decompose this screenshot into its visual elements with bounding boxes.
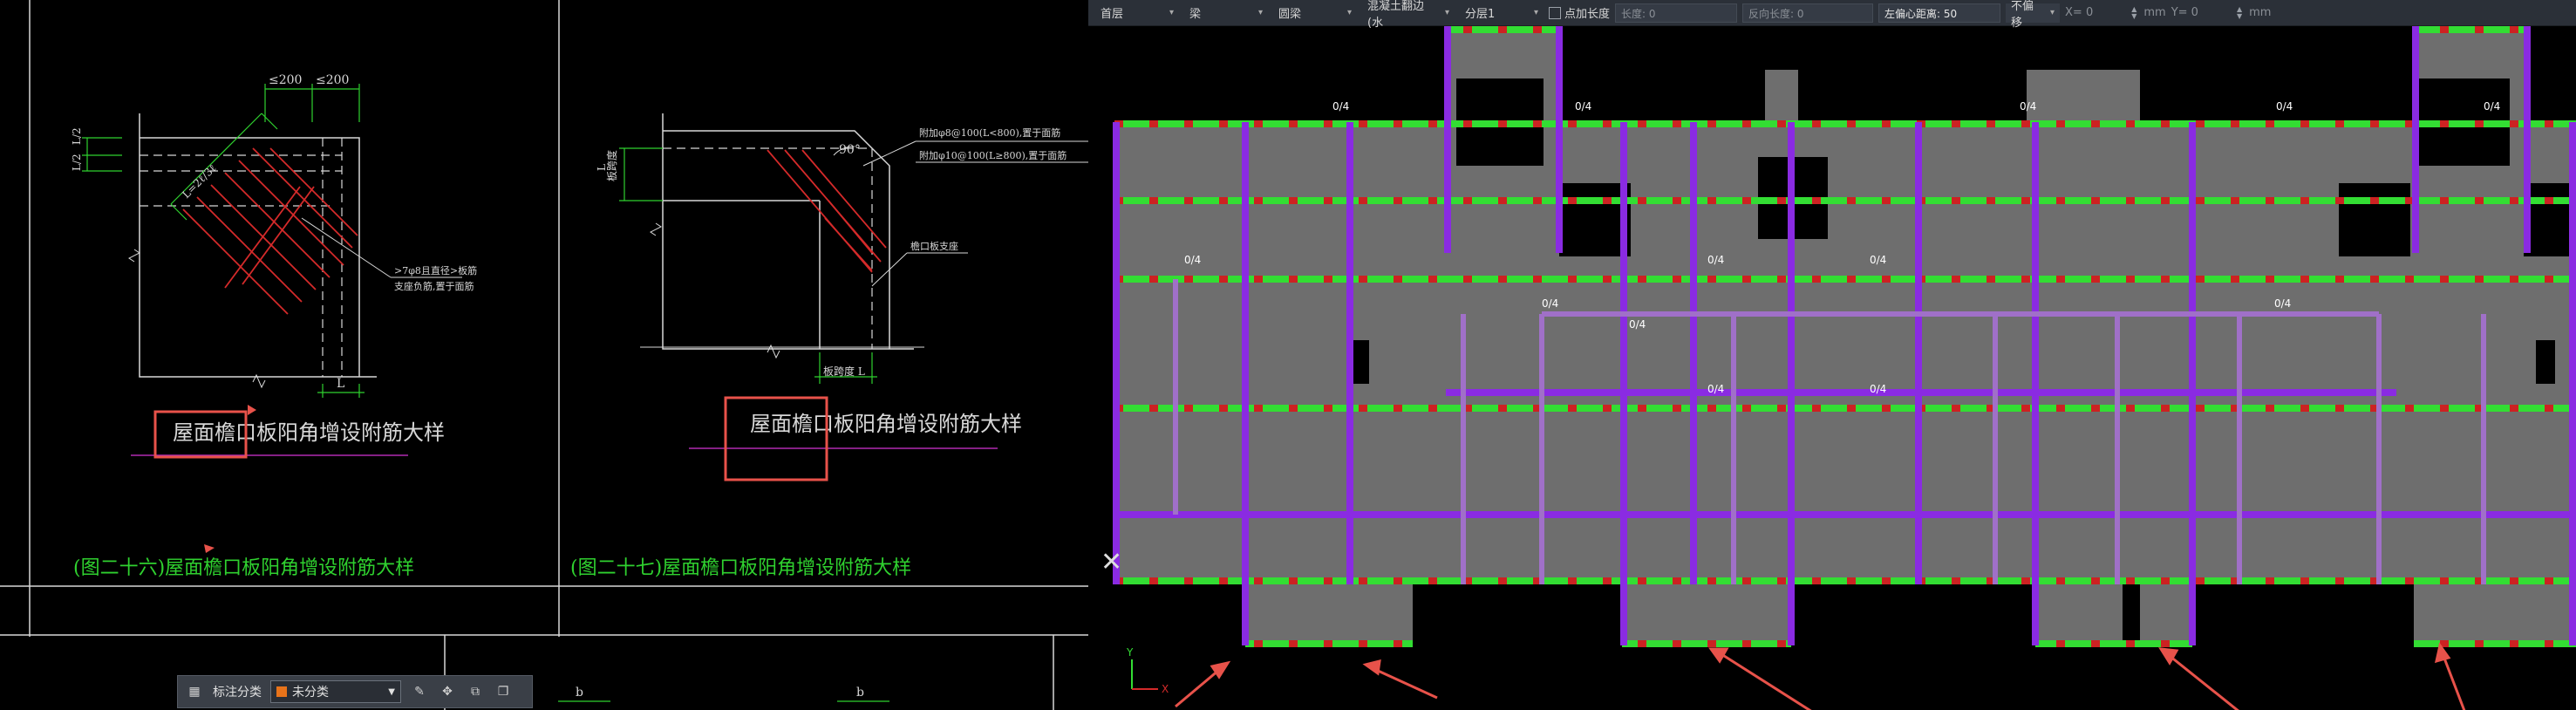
dim-top-1: ≤200 (269, 73, 302, 87)
axis-gizmo: Y X (1126, 646, 1169, 695)
note-3: 檐口板支座 (910, 240, 958, 252)
detail-left: ≤200 ≤200 L/2 L/2 L=2ℓ/3ℓ >7φ8且直径>板筋 支座负… (71, 73, 477, 459)
material-select[interactable]: 混凝土翻边 (水 ▾ (1362, 0, 1455, 30)
model-toolbar: 首层 ▾ 梁 ▾ 圆梁 ▾ 混凝土翻边 (水 ▾ 分层1 ▾ 点加长度 长度: 0 反向长… (1088, 0, 2576, 30)
detail-right: 90° 板跨度 L 板跨度 L 附加φ8@100(L<800),置于面筋 附加φ… (596, 113, 1088, 481)
caption-27: (图二十七)屋面檐口板阳角增设附筋大样 (570, 557, 911, 579)
paste-icon[interactable]: ❐ (494, 682, 513, 701)
beam-label: 0/4 (1575, 100, 1591, 113)
axis-x-label: X (1162, 683, 1169, 695)
cad-drawing-canvas[interactable]: ≤200 ≤200 L/2 L/2 L=2ℓ/3ℓ >7φ8且直径>板筋 支座负… (0, 0, 1088, 710)
x-unit: mm (2143, 6, 2166, 19)
beam-label: 0/4 (2020, 100, 2036, 113)
annotation-label: 标注分类 (213, 686, 262, 700)
beam-label: 0/4 (1707, 383, 1724, 395)
bottom-label-b-1: b (576, 686, 583, 700)
diag-dim: L=2ℓ/3ℓ (180, 162, 219, 201)
material-value: 混凝土翻边 (水 (1367, 0, 1425, 30)
note-line-2: 支座负筋,置于面筋 (394, 280, 474, 292)
beam-label: 0/4 (2276, 100, 2293, 113)
copy-icon[interactable]: ⧉ (466, 682, 485, 701)
x-spinner-icon[interactable]: ▲ ▼ (2131, 5, 2136, 20)
close-icon[interactable]: ✕ (1101, 547, 1122, 577)
dim-left-2: L/2 (71, 154, 83, 171)
no-offset-value: 不偏移 (2011, 0, 2034, 30)
component-select[interactable]: 梁 ▾ (1184, 3, 1268, 23)
type-select[interactable]: 圆梁 ▾ (1273, 3, 1357, 23)
beam-label: 0/4 (1870, 254, 1886, 266)
add-length-checkbox[interactable]: 点加长度 (1549, 4, 1610, 21)
chevron-down-icon: ▾ (1169, 8, 1174, 17)
beam-label: 0/4 (2484, 100, 2500, 113)
y-spinner-icon[interactable]: ▲ ▼ (2237, 5, 2242, 20)
chevron-down-icon: ▾ (1533, 8, 1538, 17)
dim-bottom: L (337, 377, 344, 391)
grid-icon[interactable]: ▦ (185, 682, 204, 701)
x-label: X= 0 (2065, 6, 2094, 19)
beam-label: 0/4 (2274, 297, 2291, 310)
floor-value: 首层 (1101, 8, 1124, 21)
type-value: 圆梁 (1278, 8, 1302, 21)
detail-left-title: 屋面檐口板阳角增设附筋大样 (173, 420, 445, 445)
note-line-1: >7φ8且直径>板筋 (394, 264, 477, 276)
cad-drawing-pane[interactable]: ≤200 ≤200 L/2 L/2 L=2ℓ/3ℓ >7φ8且直径>板筋 支座负… (0, 0, 1088, 710)
axis-y-label: Y (1126, 646, 1134, 659)
no-offset-select[interactable]: 不偏移 ▾ (2006, 0, 2061, 30)
component-value: 梁 (1189, 8, 1202, 21)
chevron-down-icon: ▾ (1444, 8, 1449, 17)
y-unit: mm (2249, 6, 2272, 19)
dim-left: L (596, 164, 608, 171)
reverse-length-input[interactable]: 反向长度: 0 (1742, 3, 1874, 23)
floor-select[interactable]: 首层 ▾ (1095, 3, 1179, 23)
beam-label: 0/4 (1184, 254, 1201, 266)
highlight-box-right (724, 396, 828, 481)
chevron-down-icon: ▾ (2049, 8, 2055, 17)
chevron-down-icon: ▾ (1257, 8, 1263, 17)
length-input[interactable]: 长度: 0 (1615, 3, 1738, 23)
layer-select[interactable]: 分层1 ▾ (1460, 3, 1544, 23)
beam-label: 0/4 (1542, 297, 1558, 310)
model-canvas[interactable]: 0/4 0/4 0/4 0/4 0/4 0/4 0/4 0/4 0/4 0/4 … (1088, 26, 2576, 710)
chevron-down-icon: ▼ (388, 686, 395, 697)
offset-input[interactable]: 左偏心距离: 50 (1878, 3, 2001, 23)
checkbox-box (1549, 6, 1561, 19)
edit-icon[interactable]: ✎ (410, 682, 429, 701)
layer-value: 分层1 (1465, 8, 1496, 21)
beam-label: 0/4 (1629, 318, 1646, 331)
annotation-toolbar: ▦ 标注分类 未分类 ▼ ✎ ✥ ⧉ ❐ (177, 675, 533, 708)
move-icon[interactable]: ✥ (438, 682, 457, 701)
slab-area (1114, 26, 2576, 645)
category-color-swatch (276, 686, 287, 697)
caption-26: (图二十六)屋面檐口板阳角增设附筋大样 (73, 557, 414, 579)
model-view-pane[interactable]: 首层 ▾ 梁 ▾ 圆梁 ▾ 混凝土翻边 (水 ▾ 分层1 ▾ 点加长度 长度: 0 反向长… (1088, 0, 2576, 710)
detail-right-title: 屋面檐口板阳角增设附筋大样 (750, 412, 1022, 436)
y-label: Y= 0 (2171, 6, 2198, 19)
category-select[interactable]: 未分类 ▼ (270, 680, 401, 703)
angle-label: 90° (839, 143, 861, 157)
red-arrows (1175, 642, 2466, 710)
note-1: 附加φ8@100(L<800),置于面筋 (919, 126, 1060, 139)
beam-label: 0/4 (1707, 254, 1724, 266)
beam-label: 0/4 (1870, 383, 1886, 395)
beam-label: 0/4 (1332, 100, 1349, 113)
checkbox-label: 点加长度 (1564, 8, 1611, 21)
dim-top-2: ≤200 (316, 73, 349, 87)
dim-bottom-right: 板跨度 L (823, 365, 865, 378)
bottom-label-b-2: b (856, 686, 864, 700)
dim-left-1: L/2 (71, 127, 83, 145)
note-2: 附加φ10@100(L≥800),置于面筋 (919, 149, 1067, 161)
category-value: 未分类 (292, 686, 329, 700)
chevron-down-icon: ▾ (1346, 8, 1352, 17)
